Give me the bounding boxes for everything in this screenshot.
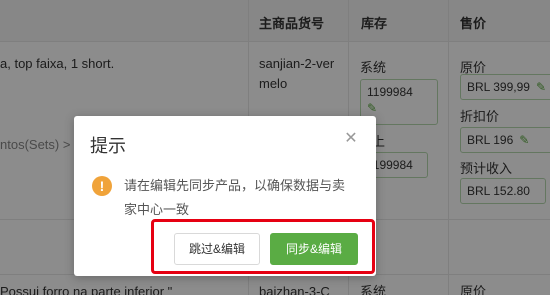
highlight-box — [151, 219, 375, 274]
dialog-message: 请在编辑先同步产品，以确保数据与卖家中心一致 — [124, 178, 346, 217]
dialog-title: 提示 — [90, 136, 126, 156]
close-icon[interactable]: ✕ — [342, 130, 360, 148]
warning-icon: ! — [92, 176, 112, 196]
